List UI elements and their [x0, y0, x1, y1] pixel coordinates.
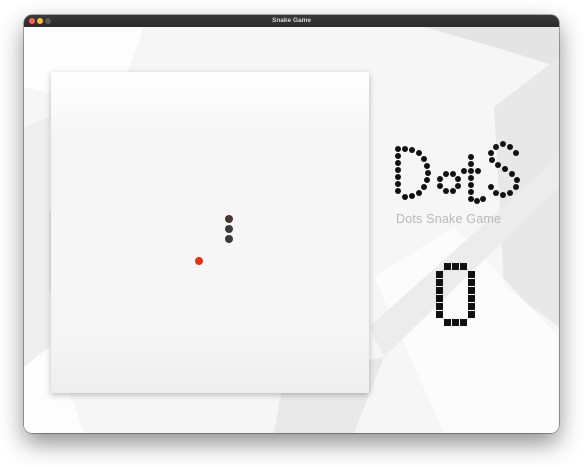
score-block — [468, 311, 475, 318]
logo-dot — [468, 189, 474, 195]
logo-dot — [502, 166, 508, 172]
score-block — [444, 263, 451, 270]
logo-dot — [402, 146, 408, 152]
logo-dot — [468, 182, 474, 188]
logo-dot — [500, 192, 506, 198]
score-block — [468, 271, 475, 278]
dots-logo — [395, 141, 520, 204]
window-title: Snake Game — [271, 17, 312, 24]
food-dot — [195, 257, 203, 265]
logo-dot — [450, 171, 456, 177]
logo-dot — [495, 162, 501, 168]
logo-dot — [395, 167, 401, 173]
game-content: Dots Snake Game 0 — [24, 27, 559, 433]
logo-dot — [416, 190, 422, 196]
logo-dot — [507, 190, 513, 196]
score-block — [460, 319, 467, 326]
logo-dot — [409, 147, 415, 153]
logo-dot — [514, 177, 520, 183]
logo-dot — [437, 176, 443, 182]
score-block — [436, 295, 443, 302]
score-block — [468, 287, 475, 294]
logo-dot — [421, 184, 427, 190]
logo-dot — [443, 188, 449, 194]
logo-dot — [468, 175, 474, 181]
snake-segment — [225, 235, 233, 243]
logo-dot — [488, 184, 494, 190]
snake-head — [225, 215, 233, 223]
logo-dot — [488, 150, 494, 156]
score-block — [468, 303, 475, 310]
logo-dot — [509, 171, 515, 177]
logo-dot — [513, 184, 519, 190]
logo-dot — [409, 193, 415, 199]
logo-dot — [395, 160, 401, 166]
game-window: Snake Game Dots Snake Game 0 — [24, 15, 559, 433]
logo-dot — [425, 170, 431, 176]
logo-dot — [500, 141, 506, 147]
logo-dot — [455, 183, 461, 189]
logo-dot — [395, 153, 401, 159]
logo-dot — [424, 163, 430, 169]
logo-dot — [468, 154, 474, 160]
game-subtitle: Dots Snake Game — [396, 212, 502, 226]
logo-dot — [421, 156, 427, 162]
score-block — [468, 295, 475, 302]
logo-dot — [395, 174, 401, 180]
logo-dot — [493, 144, 499, 150]
score-block — [436, 287, 443, 294]
score-block — [436, 303, 443, 310]
logo-dot — [402, 194, 408, 200]
score-block — [460, 263, 467, 270]
logo-dot — [513, 150, 519, 156]
logo-dot — [489, 157, 495, 163]
logo-dot — [443, 171, 449, 177]
logo-dot — [475, 168, 481, 174]
logo-dot — [468, 168, 474, 174]
score-display — [436, 263, 475, 326]
logo-dot — [507, 144, 513, 150]
logo-dot — [455, 176, 461, 182]
score-block — [444, 319, 451, 326]
logo-dot — [468, 196, 474, 202]
snake-segment — [225, 225, 233, 233]
score-block — [452, 263, 459, 270]
logo-dot — [480, 196, 486, 202]
logo-dot — [461, 168, 467, 174]
score-block — [468, 279, 475, 286]
score-block — [436, 279, 443, 286]
title-bar[interactable]: Snake Game — [24, 15, 559, 27]
score-block — [436, 271, 443, 278]
logo-dot — [450, 188, 456, 194]
logo-dot — [395, 181, 401, 187]
logo-dot — [416, 150, 422, 156]
score-block — [436, 311, 443, 318]
logo-dot — [493, 190, 499, 196]
logo-dot — [424, 177, 430, 183]
logo-dot — [468, 161, 474, 167]
logo-dot — [395, 188, 401, 194]
logo-dot — [474, 198, 480, 204]
score-block — [452, 319, 459, 326]
logo-dot — [437, 183, 443, 189]
logo-dot — [395, 146, 401, 152]
game-board[interactable] — [51, 72, 369, 393]
